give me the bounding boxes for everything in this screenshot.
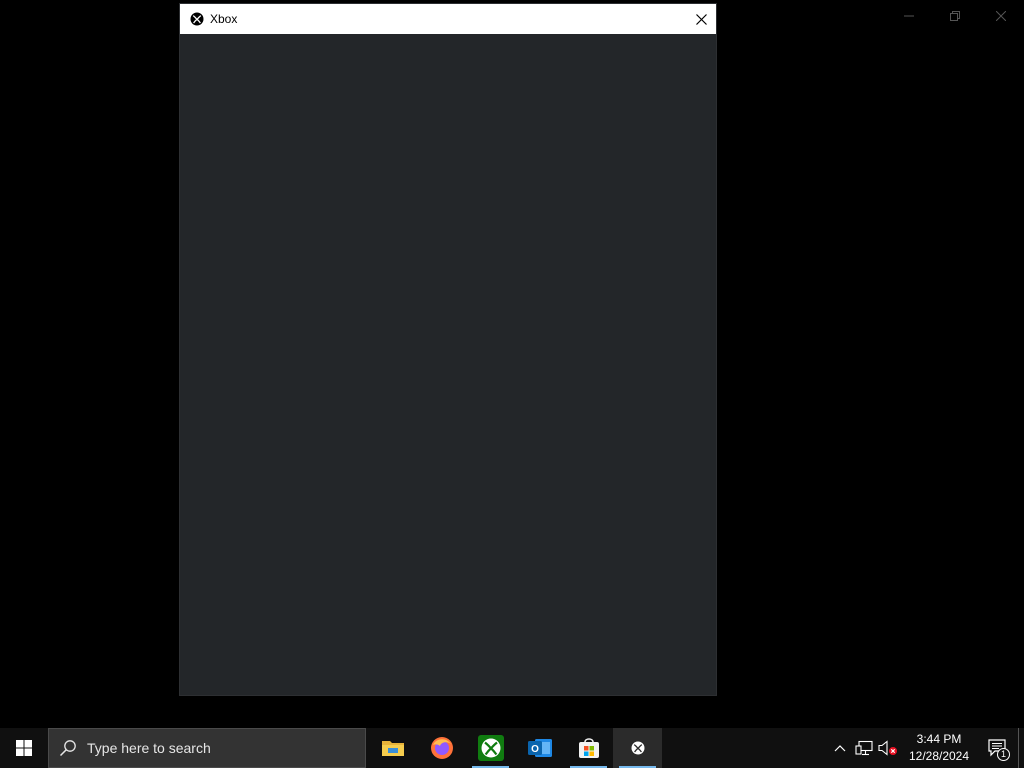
- windows-logo-icon: [16, 740, 32, 756]
- xbox-window-title: Xbox: [210, 12, 238, 26]
- show-desktop-button[interactable]: [1018, 728, 1024, 768]
- taskbar-clock[interactable]: 3:44 PM 12/28/2024: [904, 731, 974, 765]
- taskbar-search-box[interactable]: Type here to search: [48, 728, 366, 768]
- taskbar-xbox-window[interactable]: [613, 728, 662, 768]
- start-button[interactable]: [0, 728, 48, 768]
- clock-time: 3:44 PM: [916, 732, 962, 746]
- taskbar-firefox[interactable]: [417, 728, 466, 768]
- svg-text:O: O: [531, 744, 539, 755]
- taskbar-outlook[interactable]: O: [515, 728, 564, 768]
- search-placeholder: Type here to search: [87, 740, 211, 756]
- taskbar-apps: O: [368, 728, 662, 768]
- xbox-small-icon: [631, 741, 644, 755]
- action-center-button[interactable]: 1: [978, 728, 1018, 768]
- network-icon: [855, 740, 873, 756]
- taskbar-store[interactable]: [564, 728, 613, 768]
- volume-button[interactable]: [876, 728, 900, 768]
- store-icon: [578, 738, 599, 758]
- taskbar-xbox[interactable]: [466, 728, 515, 768]
- network-button[interactable]: [852, 728, 876, 768]
- xbox-title-bar[interactable]: Xbox: [180, 4, 716, 34]
- notification-count-badge: 1: [997, 748, 1010, 761]
- show-hidden-icons-button[interactable]: [828, 728, 852, 768]
- xbox-content-area: [180, 34, 716, 695]
- taskbar: Type here to search O 3:44 PM 12/28/2024…: [0, 728, 1024, 768]
- restore-button[interactable]: [932, 0, 978, 32]
- background-window-caption: [886, 0, 1024, 32]
- close-button[interactable]: [978, 0, 1024, 32]
- close-icon: [695, 13, 707, 25]
- xbox-close-button[interactable]: [686, 4, 716, 34]
- volume-muted-icon: [878, 740, 897, 756]
- firefox-icon: [430, 737, 453, 759]
- search-icon: [59, 739, 77, 757]
- file-explorer-icon: [381, 741, 404, 756]
- xbox-app-icon: [477, 735, 504, 761]
- outlook-icon: O: [527, 739, 552, 757]
- minimize-icon: [904, 15, 914, 17]
- restore-icon: [950, 11, 960, 21]
- clock-date: 12/28/2024: [908, 749, 970, 763]
- xbox-logo-icon: [190, 12, 204, 26]
- chevron-up-icon: [834, 745, 846, 752]
- minimize-button[interactable]: [886, 0, 932, 32]
- taskbar-file-explorer[interactable]: [368, 728, 417, 768]
- close-icon: [996, 11, 1006, 21]
- xbox-window: Xbox: [180, 4, 716, 695]
- system-tray: 3:44 PM 12/28/2024 1: [828, 728, 1024, 768]
